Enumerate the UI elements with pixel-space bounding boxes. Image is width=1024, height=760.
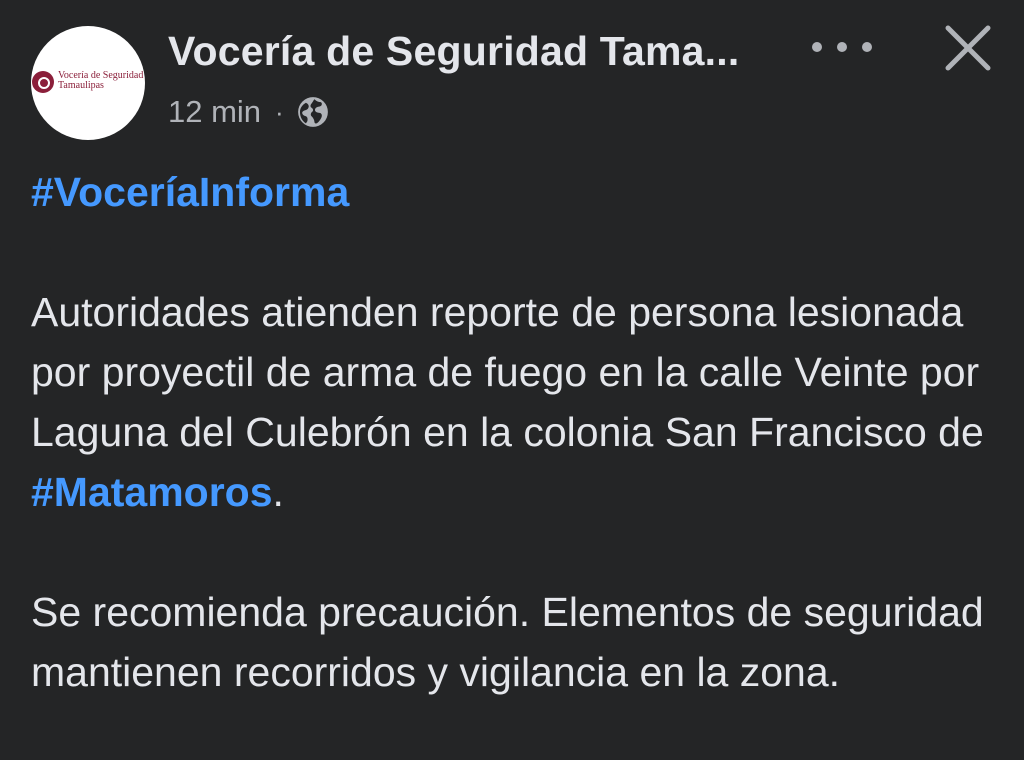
post-timestamp[interactable]: 12 min (168, 94, 261, 130)
avatar[interactable]: Vocería de Seguridad Tamaulipas (31, 26, 145, 140)
avatar-logo-text: Vocería de Seguridad Tamaulipas (58, 71, 143, 91)
post-meta: 12 min · (168, 90, 330, 134)
avatar-line2: Tamaulipas (58, 80, 104, 91)
more-dot (812, 42, 822, 52)
post-body: #VoceríaInforma Autoridades atienden rep… (31, 162, 991, 702)
hashtag-link[interactable]: #Matamoros (31, 469, 273, 515)
paragraph-text: Autoridades atienden reporte de persona … (31, 289, 984, 455)
post-header: Vocería de Seguridad Tamaulipas Vocería … (0, 0, 1024, 150)
globe-icon[interactable] (296, 95, 330, 129)
more-options-button[interactable] (812, 30, 872, 64)
meta-separator: · (275, 96, 284, 127)
logo-icon (32, 71, 54, 93)
close-icon[interactable] (940, 20, 996, 76)
paragraph-end: . (272, 469, 284, 515)
post-card: Vocería de Seguridad Tamaulipas Vocería … (0, 0, 1024, 760)
more-dot (862, 42, 872, 52)
more-dot (837, 42, 847, 52)
author-name[interactable]: Vocería de Seguridad Tama... (168, 28, 739, 75)
post-paragraph: Se recomienda precaución. Elementos de s… (31, 589, 984, 695)
hashtag-link[interactable]: #VoceríaInforma (31, 169, 349, 215)
post-paragraph: Autoridades atienden reporte de persona … (31, 282, 991, 522)
